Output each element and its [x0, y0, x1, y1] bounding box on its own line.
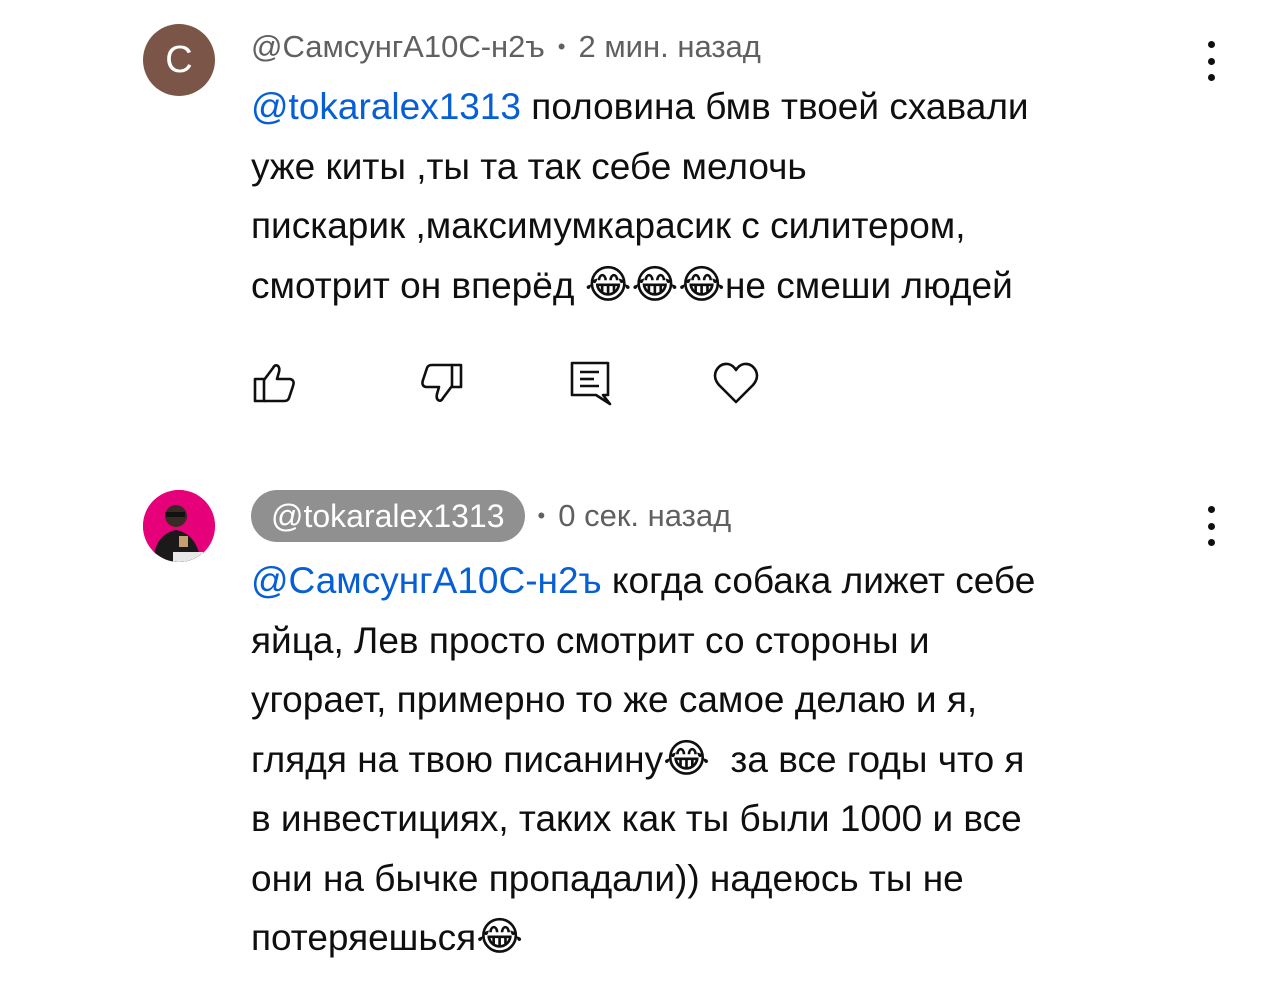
- thumb-up-icon: [253, 364, 295, 403]
- heart-icon: [713, 362, 759, 404]
- comment-line: потеряешься😂: [251, 914, 523, 960]
- comment-meta: @СамсунгА10С-н2ъ • 2 мин. назад: [251, 27, 761, 67]
- comment-line: в инвестициях, таких как ты были 1000 и …: [251, 798, 1022, 839]
- separator-dot: •: [557, 34, 566, 59]
- separator-dot: •: [537, 503, 546, 528]
- comment-line: @tokaralex1313 половина бмв твоей схавал…: [251, 86, 1029, 127]
- comment: С @СамсунгА10С-н2ъ • 2 мин. назад @tokar…: [0, 0, 1280, 460]
- more-options-icon[interactable]: [1200, 41, 1222, 81]
- reply-button[interactable]: [566, 358, 616, 408]
- laughing-emoji-icon: 😂: [678, 261, 725, 308]
- comment-line: пискарик ,максимумкарасик с силитером,: [251, 205, 966, 246]
- comment-line: смотрит он вперёд 😂😂😂не смеши людей: [251, 261, 1013, 308]
- author-name[interactable]: @СамсунгА10С-н2ъ: [251, 29, 545, 65]
- comment-meta: @tokaralex1313 • 0 сек. назад: [251, 490, 731, 542]
- user-photo-icon: [143, 490, 215, 562]
- avatar[interactable]: [143, 490, 215, 562]
- mention-link[interactable]: @tokaralex1313: [251, 86, 521, 127]
- avatar[interactable]: С: [143, 24, 215, 96]
- comment-line: глядя на твою писанину😂 за все годы что …: [251, 735, 1025, 782]
- comment-text: @tokaralex1313 половина бмв твоей схавал…: [251, 77, 1191, 315]
- reply-icon: [570, 361, 612, 406]
- author-chip[interactable]: @tokaralex1313: [251, 490, 525, 542]
- heart-button[interactable]: [711, 358, 761, 408]
- comment-line: они на бычке пропадали)) надеюсь ты не: [251, 857, 964, 899]
- laughing-emoji-icon: 😂: [584, 261, 632, 308]
- laughing-emoji-icon: 😂: [663, 735, 710, 782]
- dislike-button[interactable]: [415, 358, 465, 408]
- comment-text: @СамсунгА10С-н2ъ когда собака лижет себе…: [251, 551, 1191, 968]
- thumb-down-icon: [421, 363, 463, 402]
- comment-line: яйца, Лев просто смотрит со стороны и: [251, 619, 930, 661]
- comment-line: @СамсунгА10С-н2ъ когда собака лижет себе: [251, 560, 1036, 601]
- avatar-letter: С: [165, 38, 193, 81]
- like-button[interactable]: [251, 358, 301, 408]
- comment-line: уже киты ,ты та так себе мелочь: [251, 145, 807, 187]
- comment-time[interactable]: 2 мин. назад: [579, 29, 761, 65]
- mention-link[interactable]: @СамсунгА10С-н2ъ: [251, 560, 602, 601]
- laughing-emoji-icon: 😂: [631, 261, 679, 308]
- laughing-emoji-icon: 😂: [476, 914, 523, 960]
- comment-time[interactable]: 0 сек. назад: [558, 498, 731, 534]
- more-options-icon[interactable]: [1200, 506, 1222, 546]
- comment-line: угорает, примерно то же самое делаю и я,: [251, 679, 978, 720]
